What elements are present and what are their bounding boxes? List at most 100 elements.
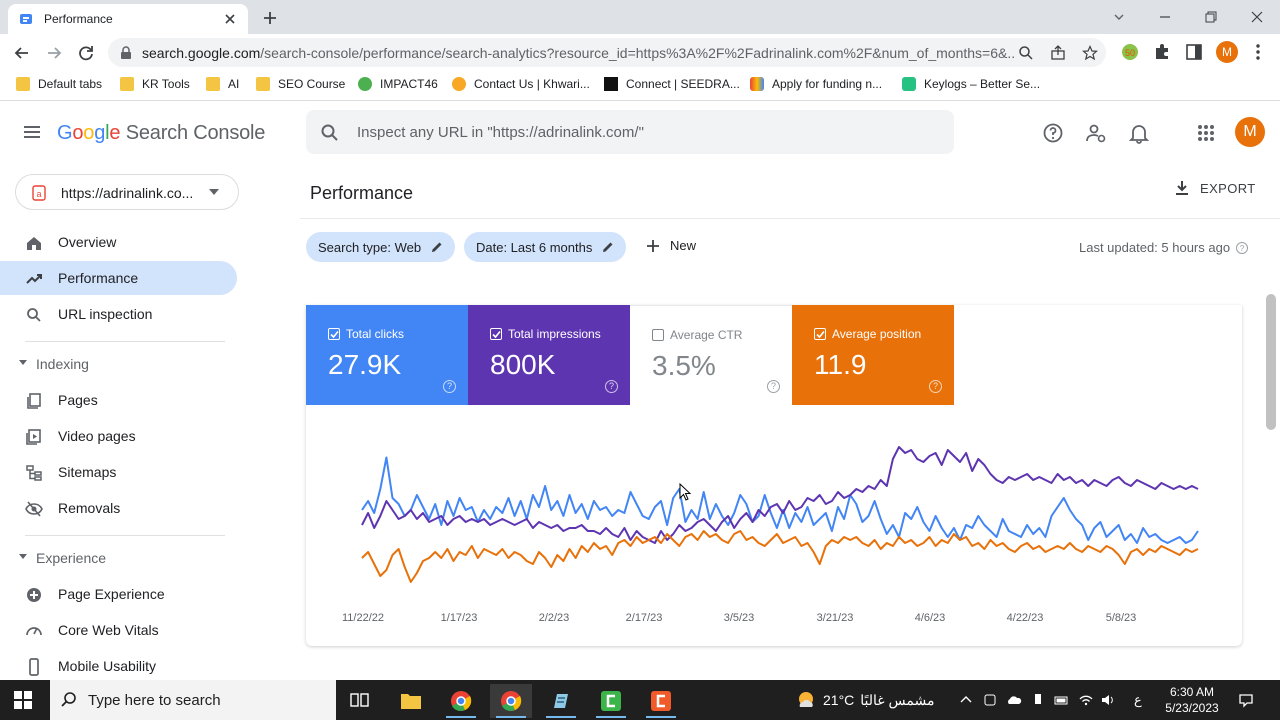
lock-icon[interactable]: [120, 46, 132, 60]
bookmark-seo-course[interactable]: SEO Course: [256, 77, 345, 91]
taskbar-search[interactable]: Type here to search: [50, 680, 336, 720]
help-icon[interactable]: ?: [605, 380, 618, 393]
windows-taskbar: Type here to search 21°C مشمس غالبًا ع 6…: [0, 680, 1280, 720]
minimize-icon[interactable]: [1154, 6, 1176, 28]
metric-average-position[interactable]: Average position 11.9 ?: [792, 305, 954, 405]
search-console-logo[interactable]: Google Search Console: [57, 122, 265, 145]
sidebar-item-core-web-vitals[interactable]: Core Web Vitals: [0, 613, 237, 647]
meet-now-icon[interactable]: [982, 692, 998, 708]
bookmark-connect-seedra[interactable]: Connect | SEEDRA...: [604, 77, 740, 91]
sidebar-section-experience[interactable]: Experience: [0, 543, 237, 573]
scrollbar-thumb[interactable]: [1266, 294, 1276, 430]
bookmark-impact46[interactable]: IMPACT46: [358, 77, 438, 91]
chrome-app-1[interactable]: [440, 684, 482, 718]
camtasia-green-app[interactable]: [590, 684, 632, 718]
weather-widget[interactable]: 21°C مشمس غالبًا: [795, 689, 934, 711]
series-line-average-position[interactable]: [361, 530, 1199, 583]
bookmark-star-icon[interactable]: [1082, 45, 1098, 61]
forward-icon[interactable]: [43, 42, 65, 64]
url-inspect-search[interactable]: Inspect any URL in "https://adrinalink.c…: [306, 110, 954, 154]
sidebar-item-url-inspection[interactable]: URL inspection: [0, 297, 237, 331]
help-icon[interactable]: ?: [929, 380, 942, 393]
onedrive-cloud-icon[interactable]: [1006, 692, 1022, 708]
performance-line-chart[interactable]: 11/22/22 1/17/23 2/2/23 2/17/23 3/5/23 3/21/2…: [306, 405, 1242, 646]
zoom-search-icon[interactable]: [1018, 45, 1034, 61]
sidebar-section-indexing[interactable]: Indexing: [0, 349, 237, 379]
extension-seo-icon[interactable]: 50: [1120, 42, 1140, 62]
hamburger-menu-icon[interactable]: [22, 122, 42, 142]
impact-icon: [358, 77, 372, 91]
browser-profile-avatar[interactable]: M: [1216, 41, 1238, 63]
address-bar[interactable]: search.google.com/search-console/perform…: [108, 38, 1106, 67]
checkbox-icon[interactable]: [652, 329, 664, 341]
file-explorer-app[interactable]: [390, 684, 432, 718]
manage-users-icon[interactable]: [1085, 122, 1107, 144]
checkbox-icon[interactable]: [490, 328, 502, 340]
sidebar-item-performance[interactable]: Performance: [0, 261, 237, 295]
reload-icon[interactable]: [75, 42, 97, 64]
bookmark-ai[interactable]: AI: [206, 77, 239, 91]
folder-icon: [120, 77, 134, 91]
account-avatar[interactable]: M: [1235, 117, 1265, 147]
close-tab-icon[interactable]: [222, 11, 238, 27]
bookmark-default-tabs[interactable]: Default tabs: [16, 77, 102, 91]
camtasia-app[interactable]: [640, 684, 682, 718]
new-tab-icon[interactable]: [260, 8, 280, 28]
export-button[interactable]: EXPORT: [1174, 180, 1256, 196]
sidebar-item-video-pages[interactable]: Video pages: [0, 419, 237, 453]
share-icon[interactable]: [1050, 45, 1066, 61]
checkbox-icon[interactable]: [328, 328, 340, 340]
property-selector[interactable]: a https://adrinalink.co...: [15, 174, 239, 210]
metric-average-ctr[interactable]: Average CTR 3.5% ?: [630, 305, 792, 405]
new-filter-button[interactable]: New: [646, 238, 696, 253]
camtasia-editor-icon: [651, 691, 671, 711]
restore-icon[interactable]: [1200, 6, 1222, 28]
task-view-icon[interactable]: [350, 691, 370, 709]
browser-tab[interactable]: Performance: [8, 4, 248, 34]
help-icon[interactable]: [1042, 122, 1064, 144]
back-icon[interactable]: [11, 42, 33, 64]
sidebar-item-pages[interactable]: Pages: [0, 383, 237, 417]
help-circle-icon[interactable]: ?: [1235, 241, 1249, 255]
extensions-puzzle-icon[interactable]: [1152, 42, 1172, 62]
series-line-total-impressions[interactable]: [361, 446, 1199, 544]
clock[interactable]: 6:30 AM 5/23/2023: [1156, 684, 1228, 716]
sidebar-item-sitemaps[interactable]: Sitemaps: [0, 455, 237, 489]
side-panel-icon[interactable]: [1184, 42, 1204, 62]
tab-search-icon[interactable]: [1108, 6, 1130, 28]
apps-grid-icon[interactable]: [1195, 122, 1217, 144]
filter-chip-date[interactable]: Date: Last 6 months: [464, 232, 627, 262]
volume-icon[interactable]: [1100, 692, 1116, 708]
usb-icon[interactable]: [1030, 692, 1046, 708]
sidebar-item-removals[interactable]: Removals: [0, 491, 237, 525]
metric-total-clicks[interactable]: Total clicks 27.9K ?: [306, 305, 468, 405]
removals-icon: [25, 501, 43, 517]
more-menu-icon[interactable]: [1248, 42, 1268, 62]
bookmark-kr-tools[interactable]: KR Tools: [120, 77, 190, 91]
sidebar-item-mobile-usability[interactable]: Mobile Usability: [0, 649, 237, 683]
bookmark-apply-funding[interactable]: Apply for funding n...: [750, 77, 882, 91]
checkbox-icon[interactable]: [814, 328, 826, 340]
help-icon[interactable]: ?: [443, 380, 456, 393]
series-line-total-clicks[interactable]: [361, 456, 1199, 544]
metric-total-impressions[interactable]: Total impressions 800K ?: [468, 305, 630, 405]
bookmark-contact-khwarizmi[interactable]: Contact Us | Khwari...: [452, 77, 590, 91]
close-window-icon[interactable]: [1246, 6, 1268, 28]
wifi-icon[interactable]: [1078, 692, 1094, 708]
weather-temp: 21°C: [823, 692, 855, 708]
bookmarks-bar: Default tabs KR Tools AI SEO Course IMPA…: [0, 71, 1280, 101]
battery-icon[interactable]: [1054, 692, 1070, 708]
input-language[interactable]: ع: [1134, 692, 1142, 708]
sidebar-item-page-experience[interactable]: Page Experience: [0, 577, 237, 611]
bookmark-keylogs[interactable]: Keylogs – Better Se...: [902, 77, 1040, 91]
notifications-icon[interactable]: [1238, 692, 1254, 708]
show-hidden-icons-icon[interactable]: [958, 692, 974, 708]
phone-icon: [29, 658, 39, 676]
filter-chip-search-type[interactable]: Search type: Web: [306, 232, 456, 262]
windows-start-icon[interactable]: [14, 691, 32, 709]
sidebar-item-overview[interactable]: Overview: [0, 225, 237, 259]
notifications-bell-icon[interactable]: [1128, 122, 1150, 144]
help-icon[interactable]: ?: [767, 380, 780, 393]
chrome-app-2[interactable]: [490, 684, 532, 718]
notepad-app[interactable]: [540, 684, 582, 718]
